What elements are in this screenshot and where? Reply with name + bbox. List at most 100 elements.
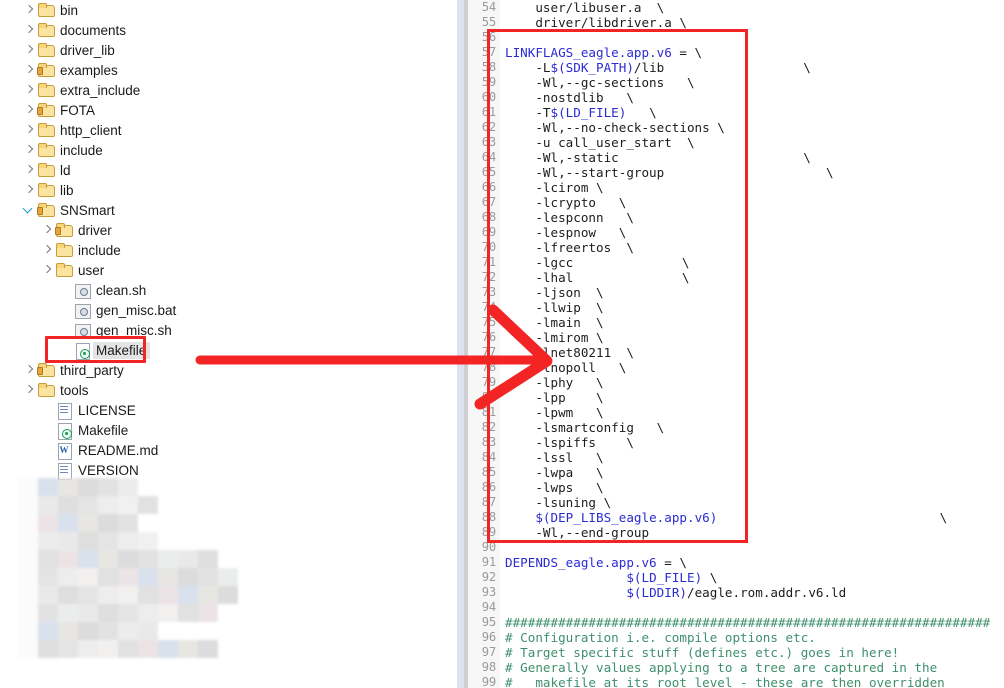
code-line[interactable]: 91 DEPENDS_eagle.app.v6 = \ [468, 555, 1004, 570]
chevron-right-icon[interactable] [22, 60, 36, 80]
code-editor-pane[interactable]: 54 user/libuser.a \ 55 driver/libdriver.a… [468, 0, 1004, 688]
code-line[interactable]: 79 -lphy \ [468, 375, 1004, 390]
tree-item-makefile[interactable]: Makefile [0, 340, 450, 360]
code-line[interactable]: 89 -Wl,--end-group [468, 525, 1004, 540]
code-line[interactable]: 87 -lsuning \ [468, 495, 1004, 510]
line-number: 94 [468, 600, 500, 615]
chevron-right-icon[interactable] [22, 180, 36, 200]
code-line[interactable]: 61 -T$(LD_FILE) \ [468, 105, 1004, 120]
code-line[interactable]: 70 -lfreertos \ [468, 240, 1004, 255]
code-line[interactable]: 99 # makefile at its root level - these a… [468, 675, 1004, 688]
code-line[interactable]: 67 -lcrypto \ [468, 195, 1004, 210]
code-line[interactable]: 84 -lssl \ [468, 450, 1004, 465]
chevron-right-icon[interactable] [22, 0, 36, 20]
tree-item-driver[interactable]: driver [0, 220, 450, 240]
chevron-right-icon[interactable] [22, 40, 36, 60]
code-line[interactable]: 83 -lspiffs \ [468, 435, 1004, 450]
code-line[interactable]: 90 [468, 540, 1004, 555]
pane-scrollbar[interactable] [457, 0, 464, 688]
tree-item-bin[interactable]: bin [0, 0, 450, 20]
code-line[interactable]: 92 $(LD_FILE) \ [468, 570, 1004, 585]
code-line[interactable]: 64 -Wl,-static \ [468, 150, 1004, 165]
code-line[interactable]: 74 -llwip \ [468, 300, 1004, 315]
tree-item-documents[interactable]: documents [0, 20, 450, 40]
code-line[interactable]: 57 LINKFLAGS_eagle.app.v6 = \ [468, 45, 1004, 60]
tree-item-http-client[interactable]: http_client [0, 120, 450, 140]
line-number: 73 [468, 285, 500, 300]
tree-item-fota[interactable]: FOTA [0, 100, 450, 120]
code-line-text: -Wl,--no-check-sections \ [505, 120, 725, 135]
line-number: 83 [468, 435, 500, 450]
code-line[interactable]: 98 # Generally values applying to a tree … [468, 660, 1004, 675]
tree-item-ld[interactable]: ld [0, 160, 450, 180]
code-line[interactable]: 73 -ljson \ [468, 285, 1004, 300]
tree-item-gen-misc-bat[interactable]: gen_misc.bat [0, 300, 450, 320]
tree-item-user[interactable]: user [0, 260, 450, 280]
code-line[interactable]: 62 -Wl,--no-check-sections \ [468, 120, 1004, 135]
code-line[interactable]: 54 user/libuser.a \ [468, 0, 1004, 15]
chevron-right-icon[interactable] [22, 140, 36, 160]
mosaic-cell [38, 496, 58, 514]
mosaic-cell [18, 514, 38, 532]
chevron-right-icon[interactable] [40, 240, 54, 260]
code-line[interactable]: 97 # Target specific stuff (defines etc.)… [468, 645, 1004, 660]
chevron-right-icon[interactable] [22, 120, 36, 140]
tree-item-license[interactable]: LICENSE [0, 400, 450, 420]
code-line[interactable]: 88 $(DEP_LIBS_eagle.app.v6) \ [468, 510, 1004, 525]
code-line[interactable]: 59 -Wl,--gc-sections \ [468, 75, 1004, 90]
code-line[interactable]: 72 -lhal \ [468, 270, 1004, 285]
chevron-down-icon[interactable] [22, 200, 36, 220]
tree-item-driver-lib[interactable]: driver_lib [0, 40, 450, 60]
tree-item-clean-sh[interactable]: clean.sh [0, 280, 450, 300]
chevron-right-icon[interactable] [22, 20, 36, 40]
tree-item-include[interactable]: include [0, 140, 450, 160]
code-line[interactable]: 60 -nostdlib \ [468, 90, 1004, 105]
tree-item-snsmart[interactable]: SNSmart [0, 200, 450, 220]
tree-item-lib[interactable]: lib [0, 180, 450, 200]
tree-item-include[interactable]: include [0, 240, 450, 260]
makefile-icon [54, 421, 74, 440]
code-line[interactable]: 68 -lespconn \ [468, 210, 1004, 225]
code-line[interactable]: 82 -lsmartconfig \ [468, 420, 1004, 435]
tree-item-makefile[interactable]: Makefile [0, 420, 450, 440]
line-number: 56 [468, 30, 500, 45]
chevron-right-icon[interactable] [40, 220, 54, 240]
code-line[interactable]: 77 -lnet80211 \ [468, 345, 1004, 360]
code-line[interactable]: 76 -lmirom \ [468, 330, 1004, 345]
code-line[interactable]: 66 -lcirom \ [468, 180, 1004, 195]
tree-item-third-party[interactable]: third_party [0, 360, 450, 380]
code-line[interactable]: 80 -lpp \ [468, 390, 1004, 405]
code-line[interactable]: 78 -lnopoll \ [468, 360, 1004, 375]
tree-item-readme-md[interactable]: README.md [0, 440, 450, 460]
code-line[interactable]: 81 -lpwm \ [468, 405, 1004, 420]
code-line[interactable]: 96 # Configuration i.e. compile options e… [468, 630, 1004, 645]
code-line[interactable]: 95 ######################################… [468, 615, 1004, 630]
tree-item-gen-misc-sh[interactable]: gen_misc.sh [0, 320, 450, 340]
code-line[interactable]: 93 $(LDDIR)/eagle.rom.addr.v6.ld [468, 585, 1004, 600]
tree-item-tools[interactable]: tools [0, 380, 450, 400]
chevron-right-icon[interactable] [22, 380, 36, 400]
chevron-right-icon[interactable] [22, 80, 36, 100]
code-line[interactable]: 56 [468, 30, 1004, 45]
chevron-right-icon[interactable] [22, 100, 36, 120]
tree-item-extra-include[interactable]: extra_include [0, 80, 450, 100]
code-line[interactable]: 58 -L$(SDK_PATH)/lib \ [468, 60, 1004, 75]
tree-item-examples[interactable]: examples [0, 60, 450, 80]
code-line[interactable]: 55 driver/libdriver.a \ [468, 15, 1004, 30]
tree-item-version[interactable]: VERSION [0, 460, 450, 480]
code-line[interactable]: 69 -lespnow \ [468, 225, 1004, 240]
code-line[interactable]: 94 [468, 600, 1004, 615]
code-line[interactable]: 63 -u call_user_start \ [468, 135, 1004, 150]
code-line[interactable]: 75 -lmain \ [468, 315, 1004, 330]
line-number: 95 [468, 615, 500, 630]
chevron-right-icon[interactable] [22, 160, 36, 180]
chevron-right-icon[interactable] [22, 360, 36, 380]
code-line[interactable]: 71 -lgcc \ [468, 255, 1004, 270]
code-line[interactable]: 85 -lwpa \ [468, 465, 1004, 480]
folder-icon [36, 121, 56, 139]
chevron-right-icon[interactable] [40, 260, 54, 280]
code-line[interactable]: 86 -lwps \ [468, 480, 1004, 495]
code-line[interactable]: 65 -Wl,--start-group \ [468, 165, 1004, 180]
